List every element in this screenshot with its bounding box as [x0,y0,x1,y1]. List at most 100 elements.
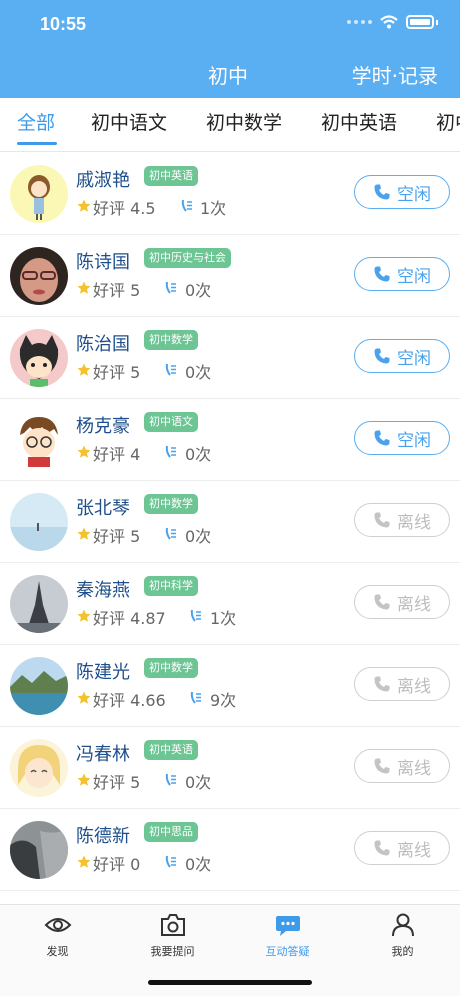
call-count: 0次 [185,363,212,382]
tab-math[interactable]: 初中数学 [206,108,282,135]
teacher-row[interactable]: 张北琴 初中数学 好评 5 0次 离线 [0,481,460,563]
call-button[interactable]: 离线 [354,503,450,537]
star-icon [77,363,91,376]
avatar [10,493,68,551]
call-button[interactable]: 离线 [354,831,450,865]
phone-signal-icon [165,527,176,540]
status-label: 空闲 [397,348,431,369]
phone-signal-icon [165,773,176,786]
phone-icon [374,840,390,856]
tab-english[interactable]: 初中英语 [321,108,397,135]
phone-signal-icon [165,855,176,868]
camera-icon [160,914,185,936]
phone-signal-icon [165,445,176,458]
call-button[interactable]: 离线 [354,749,450,783]
subject-tag: 初中思品 [144,822,198,842]
rating-text: 好评 4.66 [93,691,166,710]
eye-icon [44,918,71,932]
teacher-row[interactable]: 冯春林 初中英语 好评 5 0次 离线 [0,727,460,809]
page-title: 初中 [208,64,248,88]
tabbar-label: 互动答疑 [265,945,310,958]
star-icon [77,773,91,786]
call-count: 1次 [210,609,237,628]
star-icon [77,691,91,704]
teacher-name: 陈德新 [76,826,130,847]
phone-icon [374,266,390,282]
star-icon [77,609,91,622]
avatar [10,575,68,633]
star-icon [77,281,91,294]
subject-tag: 初中英语 [144,740,198,760]
phone-icon [374,676,390,692]
phone-icon [374,594,390,610]
call-button[interactable]: 离线 [354,585,450,619]
subject-tag: 初中数学 [144,330,198,350]
signal-icon [347,20,372,24]
teacher-name: 秦海燕 [76,580,130,601]
tabbar-ask[interactable]: 我要提问 [115,913,230,959]
rating-text: 好评 4.87 [93,609,166,628]
teacher-name: 张北琴 [76,498,130,519]
call-count: 0次 [185,855,212,874]
teacher-row[interactable]: 陈治国 初中数学 好评 5 0次 空闲 [0,317,460,399]
battery-tip [436,19,438,25]
rating-text: 好评 0 [93,855,141,874]
rating-text: 好评 4 [93,445,141,464]
star-icon [77,199,91,212]
teacher-row[interactable]: 陈诗国 初中历史与社会 好评 5 0次 空闲 [0,235,460,317]
call-count: 1次 [200,199,227,218]
tabbar-profile[interactable]: 我的 [345,913,460,959]
teacher-row[interactable]: 杨克豪 初中语文 好评 4 0次 空闲 [0,399,460,481]
status-icons [347,15,438,29]
teacher-name: 陈建光 [76,662,130,683]
study-record-link[interactable]: 学时·记录 [352,60,438,89]
status-label: 离线 [397,840,431,861]
teacher-row[interactable]: 陈建光 初中数学 好评 4.66 9次 离线 [0,645,460,727]
subject-tag: 初中数学 [144,494,198,514]
tab-all[interactable]: 全部 [17,108,55,135]
tabbar-discover[interactable]: 发现 [0,913,115,959]
call-count: 0次 [185,527,212,546]
subject-tag: 初中语文 [144,412,198,432]
tabbar-label: 发现 [46,945,69,958]
teacher-row[interactable]: 戚淑艳 初中英语 好评 4.5 1次 空闲 [0,153,460,235]
call-button[interactable]: 离线 [354,667,450,701]
teacher-row[interactable]: 秦海燕 初中科学 好评 4.87 1次 离线 [0,563,460,645]
status-time: 10:55 [40,14,87,34]
wifi-icon [380,15,398,29]
subject-tag: 初中历史与社会 [144,248,231,268]
avatar [10,411,68,469]
star-icon [77,445,91,458]
phone-signal-icon [165,363,176,376]
call-button[interactable]: 空闲 [354,257,450,291]
phone-signal-icon [190,609,201,622]
avatar [10,739,68,797]
subject-tabs: 全部 初中语文 初中数学 初中英语 初中 [0,98,460,152]
phone-signal-icon [181,199,192,212]
status-label: 空闲 [397,184,431,205]
rating-text: 好评 5 [93,363,141,382]
active-tab-indicator [17,142,57,145]
teacher-list: 戚淑艳 初中英语 好评 4.5 1次 空闲 陈诗国 初中历史与社会 好评 5 0… [0,153,460,891]
rating-text: 好评 5 [93,281,141,300]
call-button[interactable]: 空闲 [354,175,450,209]
rating-text: 好评 5 [93,773,141,792]
avatar [10,165,68,223]
call-button[interactable]: 空闲 [354,421,450,455]
teacher-name: 戚淑艳 [76,170,130,191]
rating-text: 好评 5 [93,527,141,546]
phone-icon [374,758,390,774]
star-icon [77,855,91,868]
rating-text: 好评 4.5 [93,199,156,218]
call-count: 0次 [185,773,212,792]
star-icon [77,527,91,540]
tab-chinese[interactable]: 初中语文 [91,108,167,135]
teacher-row[interactable]: 陈德新 初中思品 好评 0 0次 离线 [0,809,460,891]
call-button[interactable]: 空闲 [354,339,450,373]
tab-more[interactable]: 初中 [436,108,460,135]
subject-tag: 初中英语 [144,166,198,186]
phone-signal-icon [190,691,201,704]
phone-signal-icon [165,281,176,294]
tabbar-interactive-qa[interactable]: 互动答疑 [230,913,345,959]
avatar [10,329,68,387]
